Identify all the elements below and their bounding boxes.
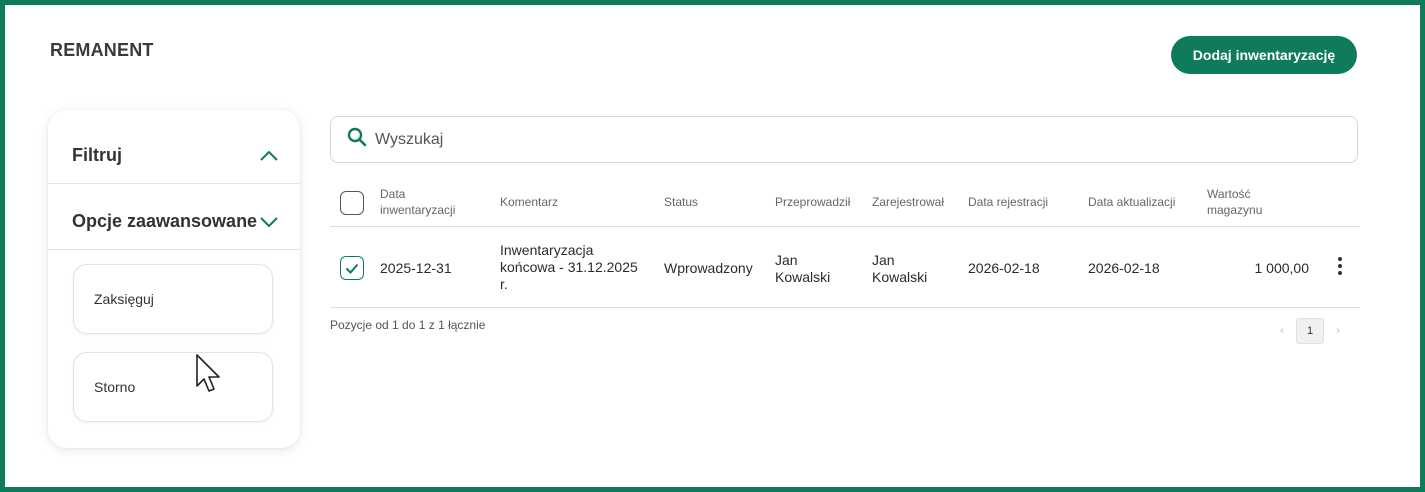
cell-registration-date: 2026-02-18 (968, 260, 1040, 276)
row-menu-icon[interactable] (1332, 257, 1348, 279)
cell-update-date: 2026-02-18 (1088, 260, 1160, 276)
header-inventory-date-line1: Data (380, 187, 406, 201)
filter-toggle[interactable]: Filtruj (48, 128, 300, 184)
cell-warehouse-value: 1 000,00 (1254, 260, 1310, 276)
pagination: ‹ 1 › (1268, 318, 1352, 344)
prev-page-button[interactable]: ‹ (1268, 318, 1296, 344)
cell-conducted-by-line2: Kowalski (775, 269, 831, 285)
header-comment[interactable]: Komentarz (500, 194, 558, 210)
search-icon (347, 127, 367, 152)
cell-comment-line1: Inwentaryzacja (500, 242, 594, 258)
storno-button[interactable]: Storno (73, 352, 273, 422)
mouse-cursor-icon (196, 354, 220, 392)
header-divider (330, 226, 1360, 227)
header-inventory-date[interactable]: Data inwentaryzacji (380, 186, 455, 218)
header-update-date[interactable]: Data aktualizacji (1088, 194, 1175, 210)
page-1-button[interactable]: 1 (1296, 318, 1324, 344)
advanced-options-label: Opcje zaawansowane (72, 211, 258, 231)
checkmark-icon (345, 263, 359, 274)
page-title: REMANENT (50, 40, 154, 60)
filter-label: Filtruj (72, 145, 122, 165)
cell-registered-by-line2: Kowalski (872, 269, 928, 285)
select-all-checkbox[interactable] (340, 191, 364, 215)
advanced-options-toggle[interactable]: Opcje zaawansowane (48, 194, 300, 250)
cell-status: Wprowadzony (664, 260, 753, 276)
header-registered-by[interactable]: Zarejestrował (872, 194, 944, 210)
pagination-summary: Pozycje od 1 do 1 z 1 łącznie (330, 318, 486, 332)
chevron-down-icon (260, 216, 278, 227)
add-inventory-button[interactable]: Dodaj inwentaryzację (1171, 36, 1357, 74)
row-checkbox-checked[interactable] (340, 256, 364, 280)
cell-comment-line3: r. (500, 276, 508, 292)
cell-registered-by: Jan Kowalski (872, 252, 927, 286)
cell-inventory-date: 2025-12-31 (380, 260, 452, 276)
next-page-button[interactable]: › (1324, 318, 1352, 344)
cell-conducted-by: Jan Kowalski (775, 252, 830, 286)
header-status[interactable]: Status (664, 194, 698, 210)
row-divider (330, 307, 1360, 308)
cell-registered-by-line1: Jan (872, 252, 895, 268)
header-conducted-by[interactable]: Przeprowadził (775, 194, 850, 210)
chevron-up-icon (260, 150, 278, 161)
filter-panel: Filtruj Opcje zaawansowane Zaksięguj Sto… (48, 110, 300, 448)
header-warehouse-value-line2: magazynu (1207, 203, 1263, 217)
header-warehouse-value[interactable]: Wartość magazynu (1207, 186, 1262, 218)
cell-comment: Inwentaryzacja końcowa - 31.12.2025 r. (500, 242, 638, 293)
header-registration-date[interactable]: Data rejestracji (968, 194, 1048, 210)
cell-comment-line2: końcowa - 31.12.2025 (500, 259, 638, 275)
cell-conducted-by-line1: Jan (775, 252, 798, 268)
header-inventory-date-line2: inwentaryzacji (380, 203, 456, 217)
search-box[interactable] (330, 116, 1358, 163)
header-warehouse-value-line1: Wartość (1207, 187, 1251, 201)
post-button[interactable]: Zaksięguj (73, 264, 273, 334)
search-input[interactable] (375, 130, 1275, 149)
